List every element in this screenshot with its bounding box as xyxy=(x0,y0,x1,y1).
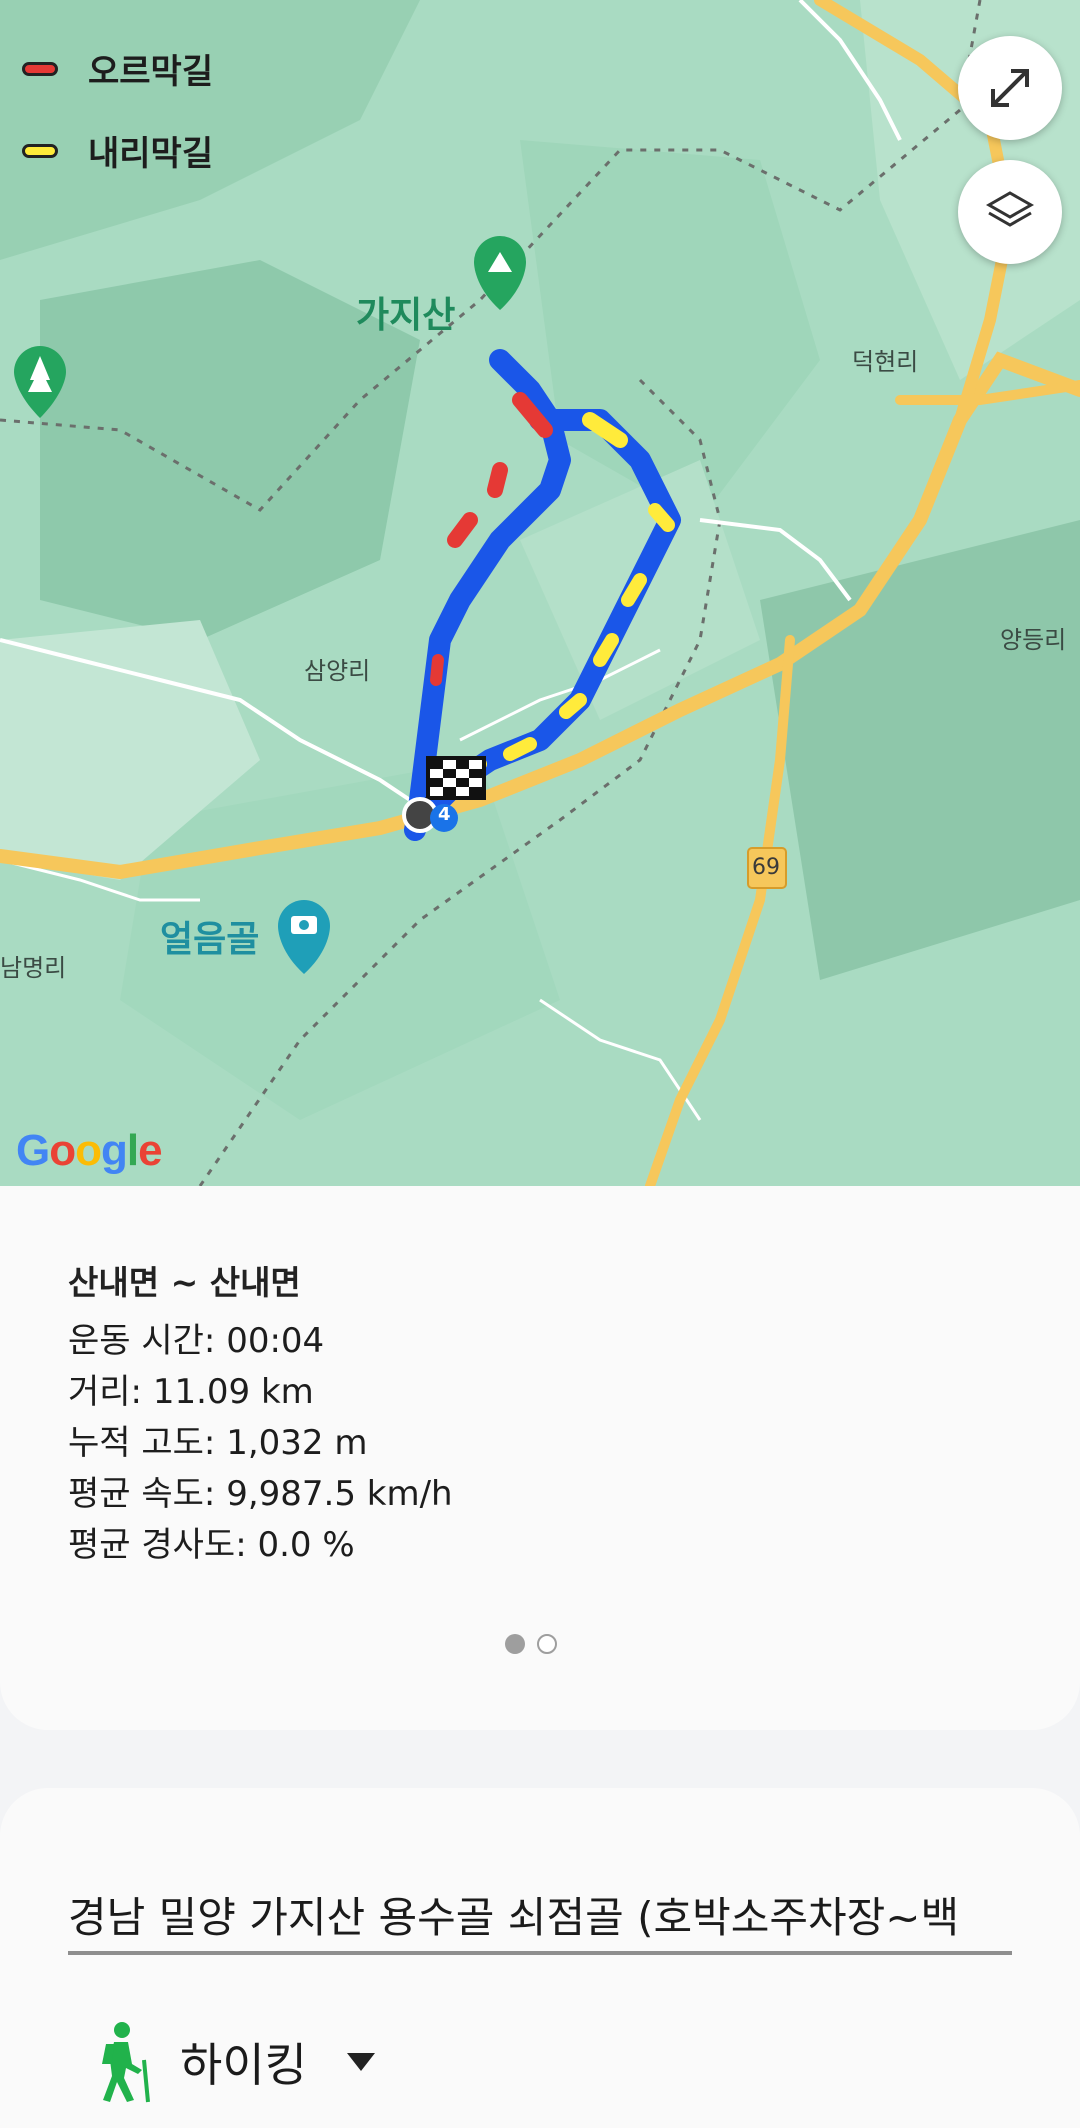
stat-average-speed: 평균 속도: 9,987.5 km/h xyxy=(68,1474,453,1514)
place-deokhyeon-label: 덕현리 xyxy=(852,348,919,376)
place-nammyeong-label: 남명리 xyxy=(0,954,67,982)
fullscreen-button[interactable] xyxy=(958,36,1062,140)
layers-icon xyxy=(985,191,1035,227)
place-yangdeung-label: 양등리 xyxy=(1000,626,1067,654)
page-dot-active[interactable] xyxy=(505,1634,525,1654)
legend-downhill-label: 내리막길 xyxy=(88,134,214,174)
route-summary-card[interactable]: 산내면 ~ 산내면 운동 시간: 00:04 거리: 11.09 km 누적 고… xyxy=(0,1186,1080,1730)
map-terrain xyxy=(0,0,1080,1186)
page-indicator[interactable] xyxy=(505,1634,569,1654)
record-title-field[interactable]: 경남 밀양 가지산 용수골 쇠점골 (호박소주차장~백 xyxy=(68,1884,1012,1940)
route-shield-label: 69 xyxy=(752,855,780,880)
place-eoleumgol-label[interactable]: 얼음골 xyxy=(160,910,259,962)
map-view[interactable]: 오르막길 내리막길 가지산 덕현리 삼양리 양등리 얼음골 남명리 69 4 G… xyxy=(0,0,1080,1186)
route-stats: 운동 시간: 00:04 거리: 11.09 km 누적 고도: 1,032 m… xyxy=(68,1316,453,1571)
record-card: 경남 밀양 가지산 용수골 쇠점골 (호박소주차장~백 하이킹 xyxy=(0,1788,1080,2128)
stat-elevation-gain: 누적 고도: 1,032 m xyxy=(68,1423,368,1463)
downhill-swatch xyxy=(22,143,58,158)
stat-average-grade: 평균 경사도: 0.0 % xyxy=(68,1525,355,1565)
dropdown-caret-icon xyxy=(346,2053,375,2071)
title-underline xyxy=(68,1951,1012,1955)
uphill-swatch xyxy=(22,61,58,76)
activity-selector[interactable]: 하이킹 xyxy=(92,2020,375,2104)
route-shield-small-label: 4 xyxy=(438,804,451,825)
layers-button[interactable] xyxy=(958,160,1062,264)
place-mountain-label[interactable]: 가지산 xyxy=(356,286,455,338)
hiking-person-icon xyxy=(102,2022,150,2103)
stat-duration: 운동 시간: 00:04 xyxy=(68,1321,325,1361)
activity-label: 하이킹 xyxy=(180,2038,307,2092)
expand-arrows-icon xyxy=(991,69,1029,107)
legend-downhill: 내리막길 xyxy=(22,126,213,175)
legend-uphill: 오르막길 xyxy=(22,44,213,93)
google-logo: Google xyxy=(16,1126,163,1175)
place-samyang-label: 삼양리 xyxy=(304,657,371,685)
stat-distance: 거리: 11.09 km xyxy=(68,1372,314,1412)
page-dot[interactable] xyxy=(537,1634,557,1654)
legend-uphill-label: 오르막길 xyxy=(88,52,214,92)
route-title: 산내면 ~ 산내면 xyxy=(68,1263,301,1302)
